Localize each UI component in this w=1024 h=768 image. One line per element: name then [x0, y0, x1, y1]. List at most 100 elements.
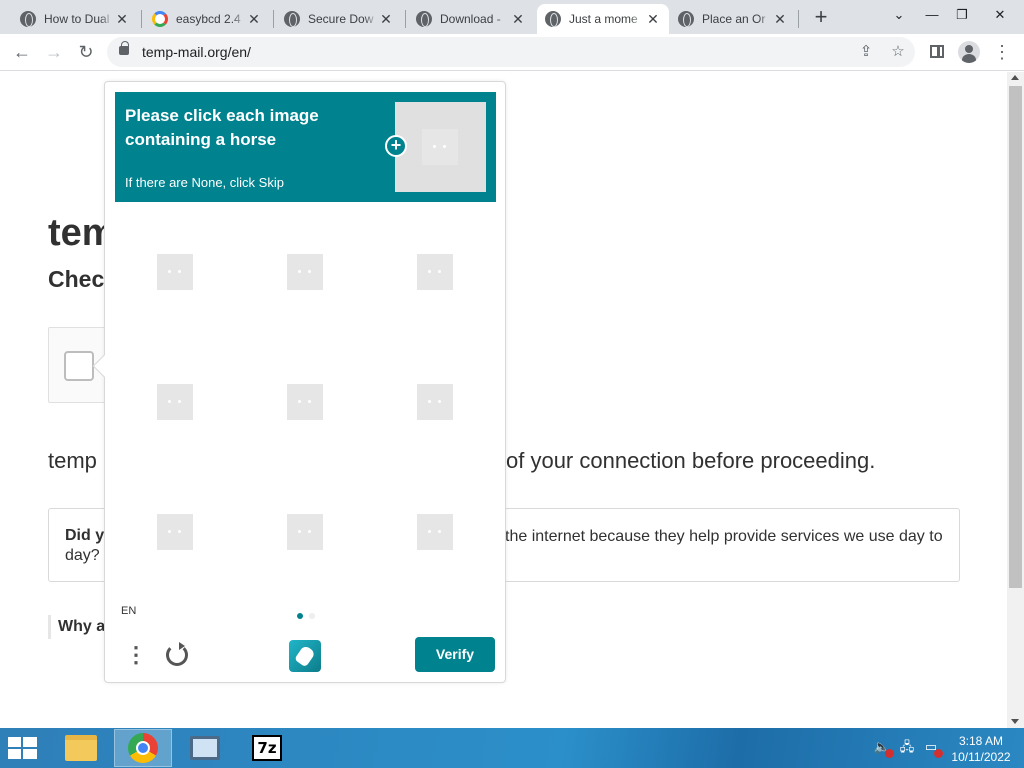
- image-loading-placeholder: [287, 514, 323, 550]
- image-loading-placeholder: [417, 254, 453, 290]
- captcha-tile[interactable]: [240, 207, 370, 337]
- captcha-tile[interactable]: [370, 337, 500, 467]
- url-text[interactable]: temp-mail.org/en/: [142, 44, 251, 60]
- captcha-tile[interactable]: [110, 337, 240, 467]
- new-tab-button[interactable]: +: [808, 6, 834, 30]
- page-scrollbar[interactable]: [1007, 72, 1024, 728]
- captcha-prompt-subtitle: If there are None, click Skip: [125, 175, 284, 190]
- image-loading-placeholder: [287, 384, 323, 420]
- folder-icon: [65, 735, 97, 761]
- tab-divider: [141, 10, 142, 28]
- browser-menu-icon[interactable]: ⋮: [991, 41, 1013, 63]
- scroll-up-arrow-icon[interactable]: [1011, 75, 1019, 80]
- tab-secure-download[interactable]: Secure Dow ✕: [276, 4, 402, 34]
- system-clock[interactable]: 3:18 AM 10/11/2022: [946, 733, 1016, 765]
- captcha-challenge: Please click each image containing a hor…: [92, 81, 506, 683]
- info-question: Did y: [65, 527, 105, 544]
- side-panel-icon[interactable]: [930, 45, 944, 58]
- lock-icon[interactable]: [119, 41, 129, 55]
- network-icon[interactable]: 🖧: [898, 738, 916, 756]
- captcha-tile[interactable]: [240, 337, 370, 467]
- captcha-tile[interactable]: [370, 467, 500, 597]
- close-icon[interactable]: ✕: [114, 11, 130, 27]
- taskbar-file-explorer[interactable]: [52, 729, 110, 767]
- image-loading-placeholder: [287, 254, 323, 290]
- tab-strip: How to Dual ✕ easybcd 2.4 ✕ Secure Dow ✕…: [0, 0, 1024, 34]
- verify-button[interactable]: Verify: [415, 637, 495, 672]
- address-bar[interactable]: temp-mail.org/en/ ⇪ ☆: [107, 37, 915, 67]
- scroll-down-arrow-icon[interactable]: [1011, 719, 1019, 724]
- tab-title: Download -: [440, 12, 501, 26]
- tab-title: Place an Or: [702, 12, 766, 26]
- refresh-challenge-icon[interactable]: [166, 642, 188, 666]
- language-selector[interactable]: EN: [121, 605, 136, 617]
- verification-message-start: temp: [48, 448, 97, 473]
- forward-button[interactable]: →: [42, 40, 66, 64]
- tab-place-an-order[interactable]: Place an Or ✕: [670, 4, 796, 34]
- action-center-icon[interactable]: ▭: [922, 738, 943, 758]
- globe-icon: [416, 11, 432, 27]
- reload-button[interactable]: ↻: [74, 40, 98, 64]
- minimize-button[interactable]: —: [918, 4, 946, 26]
- close-icon[interactable]: ✕: [645, 11, 661, 27]
- alert-badge-icon: [934, 749, 943, 758]
- captcha-prompt-header: Please click each image containing a hor…: [115, 92, 496, 202]
- profile-avatar[interactable]: [958, 41, 980, 63]
- google-icon: [152, 11, 168, 27]
- tab-title: Just a mome: [569, 12, 638, 26]
- image-loading-placeholder: [417, 514, 453, 550]
- back-button[interactable]: ←: [10, 40, 34, 64]
- close-window-button[interactable]: ✕: [986, 4, 1014, 26]
- example-image[interactable]: [395, 102, 486, 192]
- tab-divider: [798, 10, 799, 28]
- close-icon[interactable]: ✕: [246, 11, 262, 27]
- taskbar-chrome[interactable]: [114, 729, 172, 767]
- image-loading-placeholder: [157, 254, 193, 290]
- close-icon[interactable]: ✕: [510, 11, 526, 27]
- taskbar-7zip[interactable]: 7z: [238, 729, 296, 767]
- tab-title: Secure Dow: [308, 12, 374, 26]
- captcha-tile[interactable]: [240, 467, 370, 597]
- captcha-menu-icon[interactable]: ⋮: [125, 642, 147, 668]
- captcha-tile[interactable]: [370, 207, 500, 337]
- windows-start-icon[interactable]: [8, 737, 38, 759]
- tab-search-button[interactable]: ⌄: [885, 4, 913, 26]
- browser-toolbar: ← → ↻ temp-mail.org/en/ ⇪ ☆ ⋮: [0, 34, 1024, 71]
- expand-example-icon[interactable]: +: [385, 135, 407, 157]
- why-section-toggle[interactable]: Why a: [48, 615, 105, 639]
- taskbar-computer[interactable]: [176, 729, 234, 767]
- volume-muted-icon[interactable]: 🔈: [873, 738, 894, 758]
- captcha-tile[interactable]: [110, 207, 240, 337]
- verification-message-end: of your connection before proceeding.: [506, 448, 876, 473]
- globe-icon: [20, 11, 36, 27]
- globe-icon: [545, 11, 561, 27]
- tab-just-a-moment[interactable]: Just a mome ✕: [537, 4, 669, 34]
- bookmark-star-icon[interactable]: ☆: [889, 43, 907, 61]
- page-indicator-dot: [309, 613, 315, 619]
- muted-badge-icon: [885, 749, 894, 758]
- restore-button[interactable]: ❐: [948, 4, 976, 26]
- 7zip-icon: 7z: [252, 735, 282, 761]
- human-checkbox[interactable]: [64, 351, 94, 381]
- captcha-tile[interactable]: [110, 467, 240, 597]
- tab-how-to-dual[interactable]: How to Dual ✕: [12, 4, 138, 34]
- close-icon[interactable]: ✕: [772, 11, 788, 27]
- tab-title: How to Dual: [44, 12, 110, 26]
- tab-download[interactable]: Download - ✕: [408, 4, 534, 34]
- captcha-prompt-title: Please click each image containing a hor…: [125, 106, 319, 149]
- scrollbar-thumb[interactable]: [1009, 86, 1022, 588]
- clock-time: 3:18 AM: [958, 734, 1004, 748]
- tab-easybcd[interactable]: easybcd 2.4 ✕: [144, 4, 270, 34]
- info-question-line2: day?: [65, 547, 100, 564]
- image-loading-placeholder: [157, 384, 193, 420]
- image-loading-placeholder: [417, 384, 453, 420]
- clock-date: 10/11/2022: [951, 750, 1011, 764]
- computer-icon: [190, 736, 220, 760]
- globe-icon: [284, 11, 300, 27]
- windows-taskbar: 7z 🔈 🖧 ▭ 3:18 AM 10/11/2022: [0, 728, 1024, 768]
- close-icon[interactable]: ✕: [378, 11, 394, 27]
- share-icon[interactable]: ⇪: [857, 43, 875, 61]
- tab-divider: [273, 10, 274, 28]
- hcaptcha-logo-icon: [289, 640, 321, 672]
- globe-icon: [678, 11, 694, 27]
